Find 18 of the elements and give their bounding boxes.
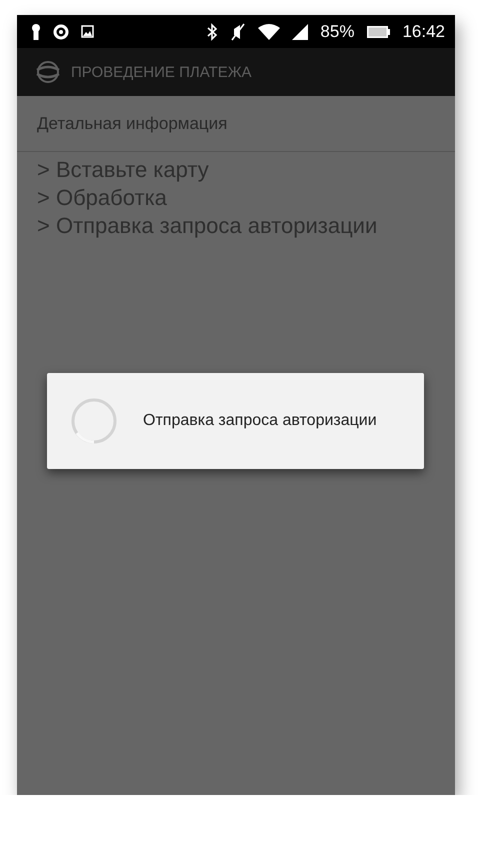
- log-line: > Отправка запроса авторизации: [37, 212, 378, 240]
- spinner-icon: [71, 398, 117, 444]
- battery-percent: 85%: [320, 22, 354, 42]
- clock: 16:42: [402, 22, 445, 42]
- battery-icon: [366, 24, 390, 38]
- section-title: Детальная информация: [37, 114, 228, 134]
- signal-icon: [292, 24, 308, 40]
- keyhole-icon: [31, 24, 41, 40]
- dialog-message: Отправка запроса авторизации: [143, 412, 377, 430]
- logo-icon: [35, 61, 61, 83]
- log-line: > Обработка: [37, 184, 168, 212]
- circle-icon: [53, 24, 69, 40]
- bluetooth-icon: [206, 22, 218, 40]
- app-title: ПРОВЕДЕНИЕ ПЛАТЕЖА: [71, 64, 252, 80]
- wifi-icon: [258, 24, 280, 40]
- muted-icon: [230, 22, 246, 40]
- log-line: > Вставьте карту: [37, 156, 210, 184]
- image-icon: [81, 25, 94, 38]
